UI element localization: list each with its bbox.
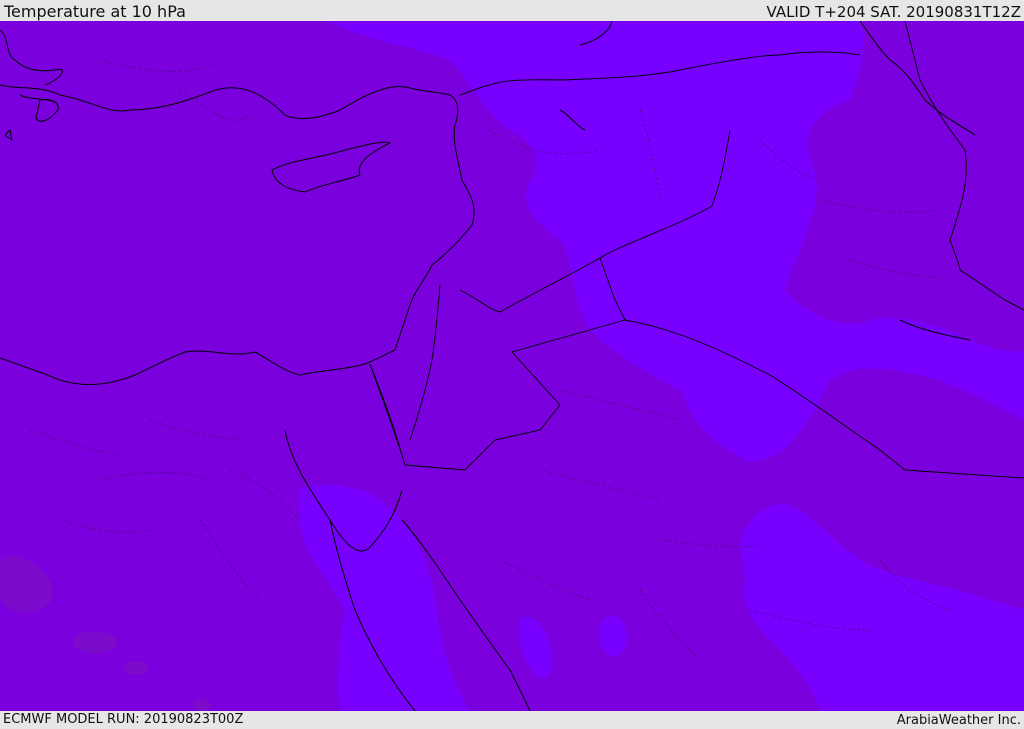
header-bar: Temperature at 10 hPa VALID T+204 SAT. 2…	[0, 0, 1024, 21]
map-title: Temperature at 10 hPa	[4, 2, 186, 21]
footer-bar: ECMWF MODEL RUN: 20190823T00Z ArabiaWeat…	[0, 711, 1024, 729]
cool-patch-3	[124, 661, 148, 675]
model-run-label: ECMWF MODEL RUN: 20190823T00Z	[3, 712, 244, 727]
map-area[interactable]	[0, 21, 1024, 711]
brand-label: ArabiaWeather Inc.	[896, 713, 1021, 728]
valid-time-label: VALID T+204 SAT. 20190831T12Z	[766, 3, 1021, 21]
cool-patch-2	[73, 631, 117, 653]
cool-patch-4	[193, 699, 211, 711]
map-svg	[0, 21, 1024, 711]
